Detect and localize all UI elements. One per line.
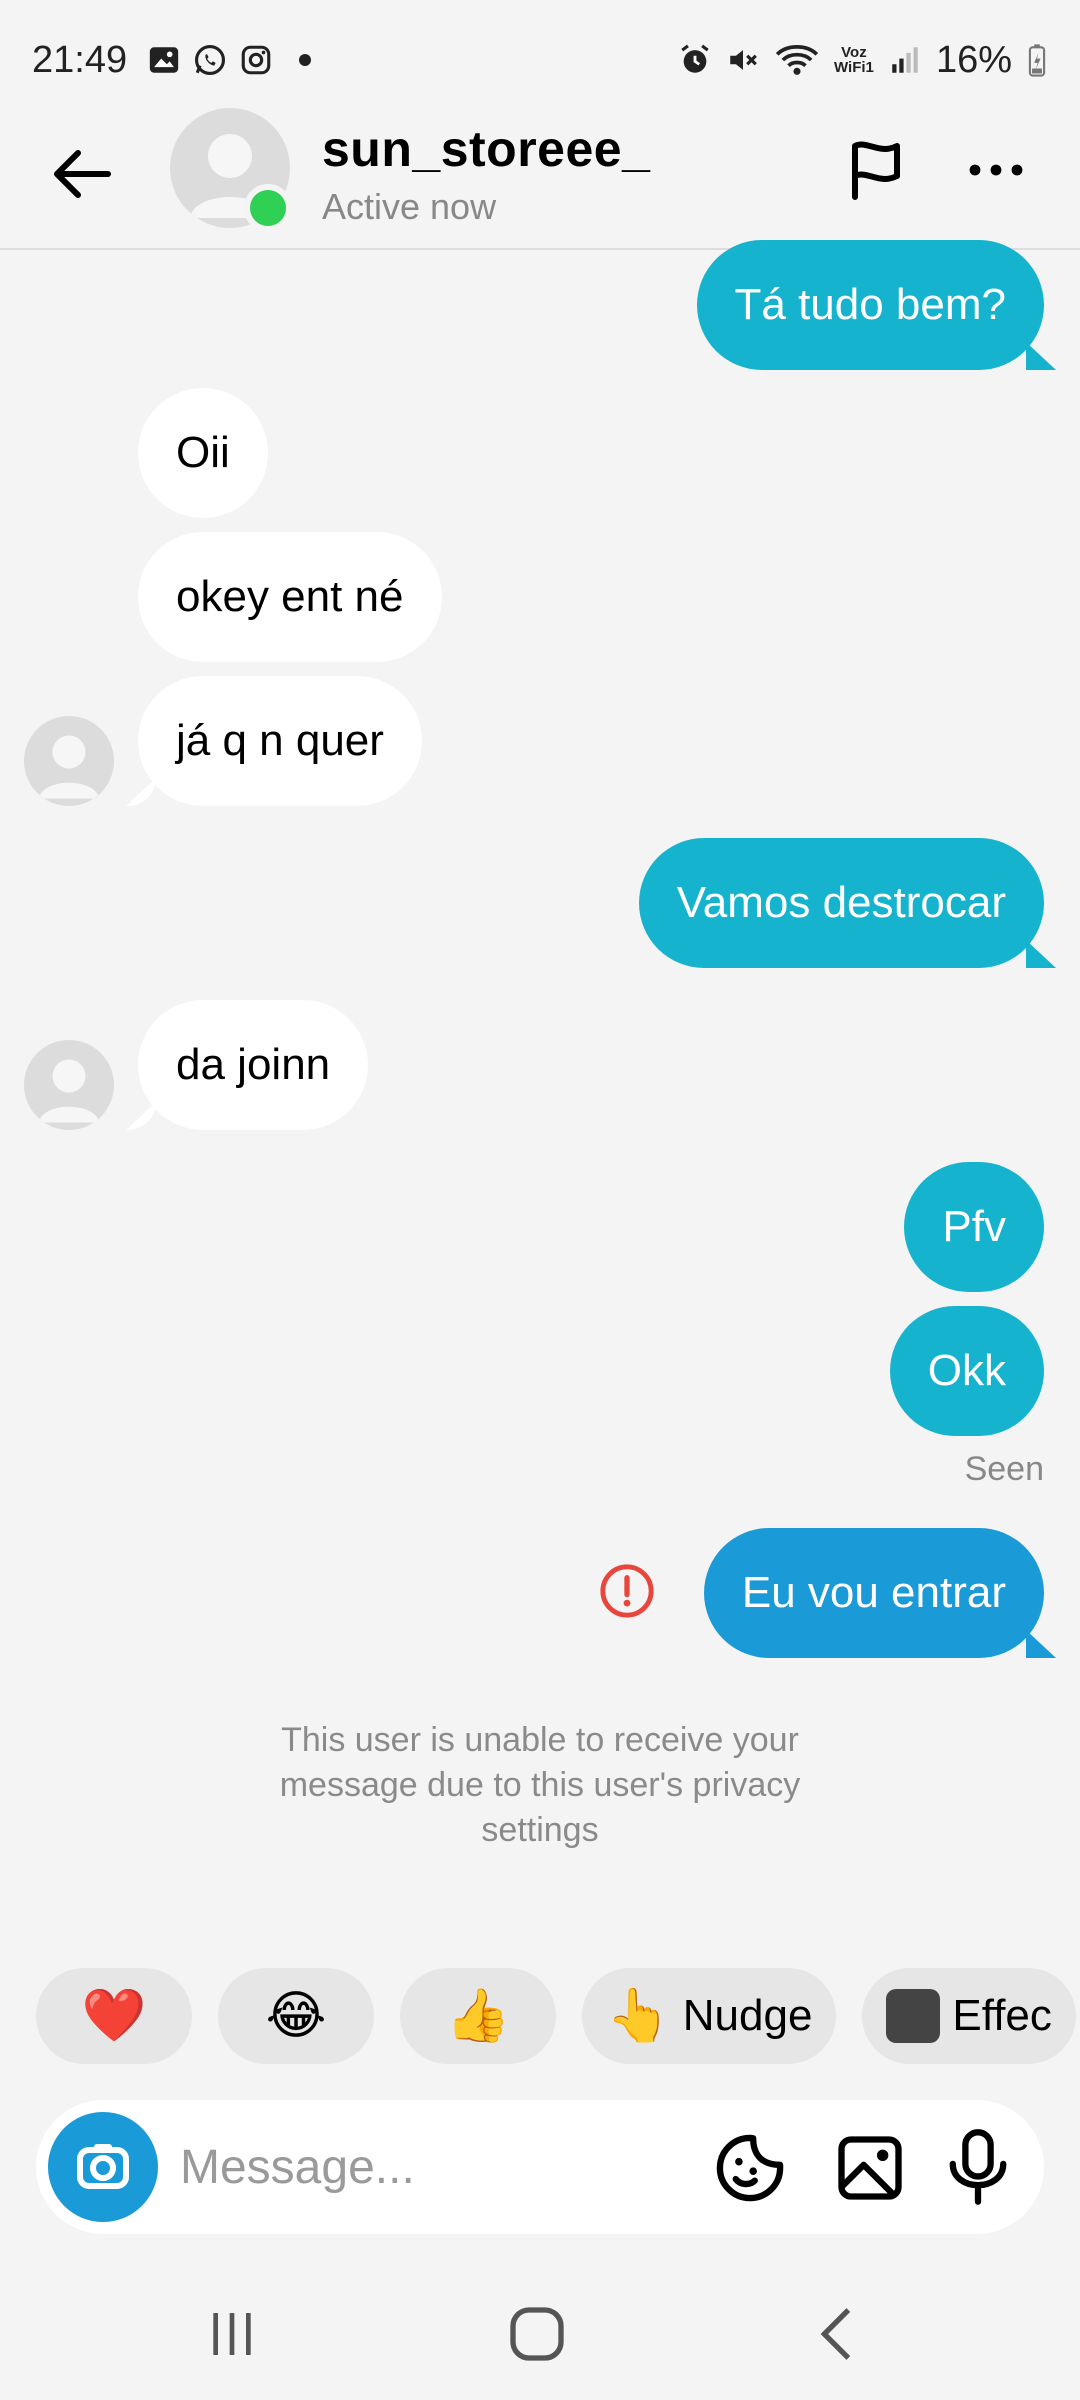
laughing-emoji-icon: 😂 [265, 1987, 327, 2045]
battery-icon [1028, 44, 1046, 77]
message-outgoing[interactable]: Vamos destrocar [638, 838, 1044, 968]
sender-avatar[interactable] [24, 716, 114, 806]
chat-header: sun_storeee_ Active now [0, 100, 1080, 250]
network-label: Voz WiFi1 [834, 44, 874, 76]
back-arrow-icon[interactable] [48, 138, 120, 210]
gallery-notification-icon [149, 47, 179, 73]
notification-icons [147, 43, 312, 77]
effects-chip[interactable]: Effec [862, 1968, 1076, 2064]
nudge-chip[interactable]: 👆 Nudge [582, 1968, 837, 2064]
message-incoming[interactable]: Oii [138, 388, 268, 518]
camera-button[interactable] [48, 2112, 158, 2222]
alarm-icon [681, 44, 709, 73]
quick-reactions: ❤️ 😂 👍 👆 Nudge Effec [36, 1968, 1076, 2064]
camera-icon [77, 2144, 129, 2189]
home-icon[interactable] [505, 2302, 569, 2366]
status-time: 21:49 [32, 38, 128, 81]
pointing-hand-emoji-icon: 👆 [606, 1987, 671, 2045]
system-navigation-bar [0, 2260, 1080, 2400]
message-incoming[interactable]: okey ent né [138, 532, 442, 662]
reaction-thumbs-up-chip[interactable]: 👍 [400, 1968, 556, 2064]
active-status: Active now [322, 186, 497, 227]
message-outgoing[interactable]: Tá tudo bem? [696, 240, 1044, 370]
effects-thumbnail-icon [886, 1989, 941, 2043]
system-back-icon[interactable] [810, 2302, 860, 2366]
whatsapp-icon [195, 44, 226, 76]
mute-icon [730, 50, 757, 70]
sender-avatar[interactable] [24, 1040, 114, 1130]
battery-percent: 16% [935, 38, 1012, 81]
online-indicator [244, 184, 292, 232]
default-avatar-icon [39, 735, 99, 799]
reaction-heart-chip[interactable]: ❤️ [36, 1968, 192, 2064]
more-notifications-dot [299, 54, 312, 66]
chat-username[interactable]: sun_storeee_ [322, 120, 650, 178]
message-outgoing[interactable]: Pfv [904, 1162, 1044, 1292]
effects-label: Effec [952, 1991, 1052, 2040]
nudge-label: Nudge [682, 1991, 813, 2040]
message-incoming[interactable]: da joinn [138, 1000, 369, 1130]
error-alert-icon[interactable] [598, 1562, 656, 1620]
reaction-laugh-chip[interactable]: 😂 [218, 1968, 374, 2064]
instagram-icon [241, 45, 271, 75]
message-composer [36, 2100, 1044, 2234]
microphone-icon[interactable] [940, 2126, 1016, 2208]
recent-apps-icon[interactable] [200, 2306, 264, 2362]
seen-receipt: Seen [964, 1450, 1044, 1488]
message-incoming[interactable]: já q n quer [138, 676, 422, 806]
message-outgoing[interactable]: Okk [889, 1306, 1044, 1436]
thumbs-up-emoji-icon: 👍 [445, 1987, 511, 2045]
flag-icon[interactable] [840, 134, 912, 206]
sticker-icon[interactable] [712, 2130, 788, 2206]
default-avatar-icon [39, 1059, 99, 1123]
gallery-icon[interactable] [832, 2130, 908, 2206]
more-options-icon[interactable] [960, 134, 1032, 206]
signal-icon [892, 47, 918, 73]
heart-emoji-icon: ❤️ [81, 1987, 147, 2045]
message-outgoing-failed[interactable]: Eu vou entrar [703, 1528, 1044, 1658]
wifi-icon [775, 45, 819, 75]
privacy-notice: This user is unable to receive your mess… [279, 1721, 801, 1849]
message-input[interactable] [180, 2130, 680, 2204]
system-icons: Voz WiFi1 16% [678, 39, 1048, 82]
